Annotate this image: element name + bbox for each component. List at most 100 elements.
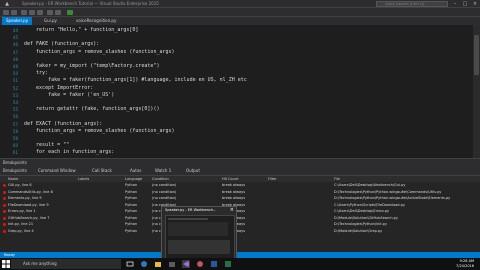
chrome-icon[interactable] [196, 260, 204, 268]
undo-icon[interactable] [47, 10, 53, 15]
breakpoint-row[interactable]: Grep.py, line 4Python(no condition)break… [0, 229, 480, 234]
breakpoint-language: Python [125, 196, 138, 200]
start-debug-icon[interactable] [67, 10, 73, 15]
breakpoint-condition: (no condition) [152, 189, 177, 194]
code-line[interactable]: function_args = remove_slashes (function… [24, 49, 174, 55]
col-hit-count[interactable]: Hit Count [222, 176, 238, 182]
tab-gui[interactable]: Gui.py [40, 17, 61, 25]
thumbnail-close-icon[interactable]: × [230, 207, 234, 213]
maximize-button[interactable]: □ [460, 0, 470, 8]
breakpoint-row[interactable]: GitHubSearch.py, line 7Python(no conditi… [0, 216, 480, 221]
vs-logo-icon: ▲ [5, 1, 9, 7]
code-line[interactable]: fake = faker(function_args[1]) #language… [24, 77, 247, 83]
code-line[interactable]: return "Hello," + function_args[0] [24, 27, 138, 33]
code-editor[interactable]: 44 45 46 47 48 49 50 51 52 53 54 55 56 57 58 59 60 61 ret… [0, 25, 480, 158]
edge-icon[interactable] [140, 260, 148, 268]
minimize-button[interactable]: – [450, 0, 460, 8]
line-number: 44 [12, 28, 18, 33]
line-number: 47 [12, 49, 18, 55]
save-icon[interactable] [37, 10, 43, 15]
thumbnail-window-preview[interactable] [165, 215, 235, 259]
taskbar-clock[interactable]: 9:26 AM 7/24/2016 [456, 259, 474, 269]
col-filter[interactable]: Filter [268, 176, 277, 182]
windows-start-icon[interactable] [2, 260, 10, 268]
breakpoint-icon[interactable] [3, 197, 6, 200]
taskbar-thumbnail-preview[interactable]: Speaker.py - ER Workbench... × [161, 206, 237, 260]
tab-speaker[interactable]: Speaker.py [2, 17, 33, 25]
breakpoint-icon[interactable] [3, 223, 6, 226]
col-file[interactable]: File [334, 176, 340, 182]
tab-output[interactable]: Output [186, 167, 200, 175]
code-line[interactable]: except ImportError: [24, 85, 93, 91]
breakpoint-row[interactable]: Errors.py, line 1Python(no condition)bre… [0, 209, 480, 214]
col-condition[interactable]: Condition [152, 176, 169, 182]
code-line[interactable]: for each in function_args: [24, 149, 114, 155]
tab-watch[interactable]: Watch 1 [155, 167, 171, 175]
scrollbar-thumb[interactable] [474, 35, 479, 75]
tab-breakpoints[interactable]: Breakpoints [3, 167, 27, 175]
store-icon[interactable] [168, 260, 176, 268]
tab-command-window[interactable]: Command Window [38, 167, 76, 175]
breakpoint-name: Elements.py, line 9 [8, 196, 42, 200]
code-line[interactable]: return getattr (fake, function_args[0])(… [24, 106, 159, 112]
line-number: 48 [12, 56, 18, 62]
breakpoint-language: Python [125, 215, 138, 220]
word-icon[interactable] [210, 260, 218, 268]
breakpoint-icon[interactable] [3, 210, 6, 213]
breakpoint-icon[interactable] [3, 184, 6, 187]
redo-icon[interactable] [55, 10, 61, 15]
code-line[interactable]: def EXACT (function_args): [24, 121, 102, 127]
code-line[interactable]: try: [24, 70, 48, 76]
breakpoint-row[interactable]: GUI.py, line 8 Python (no condition) break … [0, 183, 480, 188]
line-number: 49 [12, 64, 18, 69]
vertical-scrollbar[interactable] [473, 25, 480, 158]
breakpoint-name: Errors.py, line 1 [8, 209, 36, 213]
line-number: 61 [12, 150, 18, 156]
breakpoint-icon[interactable] [3, 203, 6, 207]
breakpoint-row[interactable]: CommandsUtils.py, line 8 Python (no condit… [0, 190, 480, 195]
excel-icon[interactable] [224, 260, 232, 268]
open-icon[interactable] [29, 10, 35, 15]
breakpoint-row[interactable]: FileDownload.py, line 9 Python (no conditi… [0, 203, 480, 208]
code-line[interactable]: def FAKE (function_args): [24, 41, 99, 47]
panel-tabs: Breakpoints Command Window Call Stack Au… [0, 167, 480, 176]
breakpoint-icon[interactable] [3, 190, 6, 194]
toolbar [0, 8, 480, 17]
new-file-icon[interactable] [21, 10, 27, 15]
line-number: 55 [12, 107, 18, 113]
breakpoint-row[interactable]: init.py, line 21Python(no condition)brea… [0, 222, 480, 227]
col-language[interactable]: Language [125, 176, 142, 182]
breakpoint-icon[interactable] [3, 229, 6, 233]
breakpoint-file: C:\Users\Dell\Desktop\Workbench\Gui.py [334, 183, 406, 187]
breakpoints-panel: Breakpoints Breakpoints Command Window C… [0, 158, 480, 252]
title-bar: ▲ Speaker.py - ER Workbench Tutorial — V… [0, 0, 480, 8]
breakpoint-row[interactable]: Elements.py, line 9 Python (no condition) b… [0, 196, 480, 201]
forward-icon[interactable] [11, 10, 17, 15]
tab-autos[interactable]: Autos [130, 167, 141, 175]
tab-voicerecognition[interactable]: voiceRecognition.py [72, 17, 120, 25]
taskbar-search-text: Ask me anything [23, 261, 57, 266]
col-labels[interactable]: Labels [78, 176, 89, 182]
thumbnail-title: Speaker.py - ER Workbench... [165, 208, 217, 212]
breakpoint-name: Grep.py, line 4 [8, 228, 34, 233]
breakpoint-name: CommandsUtils.py, line 8 [8, 189, 53, 194]
code-line[interactable]: function_args = remove_slashes (function… [24, 128, 174, 134]
breakpoint-icon[interactable] [3, 216, 6, 220]
breakpoint-condition: (no condition) [152, 196, 177, 200]
code-line[interactable]: result = "" [24, 142, 69, 148]
line-number: 60 [12, 143, 18, 149]
visual-studio-taskbar-icon[interactable] [182, 260, 190, 268]
file-explorer-icon[interactable] [154, 260, 162, 268]
breakpoints-column-headers: Name Labels Language Condition Hit Count… [0, 176, 480, 182]
quick-launch-input[interactable]: Quick Launch (Ctrl+Q) [376, 1, 448, 7]
col-name[interactable]: Name [8, 176, 18, 182]
task-view-icon[interactable] [126, 260, 134, 268]
tab-call-stack[interactable]: Call Stack [92, 167, 112, 175]
breakpoint-file: C:\Users\Python\Scripts\FileDownload.py [334, 202, 405, 207]
taskbar-search-box[interactable]: Ask me anything [11, 259, 121, 269]
code-line[interactable]: fake = faker ('en_US') [24, 92, 114, 98]
back-icon[interactable] [3, 10, 9, 15]
panel-title: Breakpoints [3, 160, 27, 165]
close-button[interactable]: × [470, 0, 480, 8]
code-line[interactable]: faker = my_import ("temp\Factory.create"… [24, 63, 159, 69]
